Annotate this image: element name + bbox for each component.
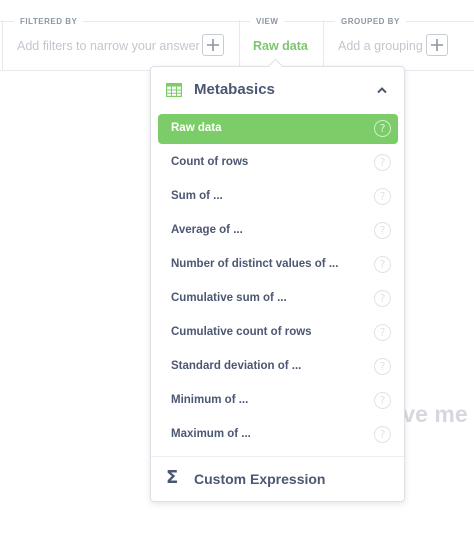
custom-expression-label: Custom Expression xyxy=(194,471,326,487)
help-icon[interactable]: ? xyxy=(374,120,391,137)
chevron-up-icon[interactable] xyxy=(376,85,388,95)
view-section: VIEW xyxy=(240,0,324,70)
help-icon[interactable]: ? xyxy=(374,358,391,375)
filtered-by-section: FILTERED BY Add filters to narrow your a… xyxy=(0,0,240,70)
help-icon[interactable]: ? xyxy=(374,426,391,443)
add-filters-placeholder[interactable]: Add filters to narrow your answer xyxy=(17,39,200,53)
view-selector[interactable]: Raw data xyxy=(253,39,308,53)
aggregation-option[interactable]: Maximum of ...? xyxy=(158,420,398,450)
help-icon[interactable]: ? xyxy=(374,256,391,273)
add-grouping-placeholder[interactable]: Add a grouping xyxy=(338,39,423,53)
aggregation-option[interactable]: Sum of ...? xyxy=(158,182,398,212)
query-bar: FILTERED BY Add filters to narrow your a… xyxy=(0,0,474,71)
popover-title: Metabasics xyxy=(194,81,275,98)
vertical-divider xyxy=(2,20,3,70)
plus-icon xyxy=(431,39,443,51)
aggregation-option[interactable]: Average of ...? xyxy=(158,216,398,246)
grouped-by-label: GROUPED BY xyxy=(335,17,406,26)
aggregation-option-label: Standard deviation of ... xyxy=(171,360,302,372)
aggregation-option[interactable]: Minimum of ...? xyxy=(158,386,398,416)
sigma-icon: Σ xyxy=(166,467,179,488)
aggregation-option-label: Maximum of ... xyxy=(171,428,251,440)
aggregation-option-label: Raw data xyxy=(171,122,222,134)
view-label: VIEW xyxy=(250,17,285,26)
popover-header[interactable]: Metabasics xyxy=(151,67,404,113)
add-filter-button[interactable] xyxy=(202,34,224,56)
filtered-by-label: FILTERED BY xyxy=(14,17,84,26)
background-empty-state-text: ive me xyxy=(396,401,468,427)
aggregation-option-label: Average of ... xyxy=(171,224,243,236)
help-icon[interactable]: ? xyxy=(374,222,391,239)
help-icon[interactable]: ? xyxy=(374,154,391,171)
aggregation-option-label: Count of rows xyxy=(171,156,249,168)
help-icon[interactable]: ? xyxy=(374,324,391,341)
add-grouping-button[interactable] xyxy=(426,34,448,56)
aggregation-option[interactable]: Cumulative sum of ...? xyxy=(158,284,398,314)
aggregation-option[interactable]: Number of distinct values of ...? xyxy=(158,250,398,280)
table-icon xyxy=(166,83,182,97)
aggregation-option[interactable]: Raw data? xyxy=(158,114,398,144)
plus-icon xyxy=(207,39,219,51)
aggregation-option-label: Number of distinct values of ... xyxy=(171,258,339,270)
help-icon[interactable]: ? xyxy=(374,290,391,307)
aggregation-option[interactable]: Standard deviation of ...? xyxy=(158,352,398,382)
custom-expression-button[interactable]: Σ Custom Expression xyxy=(151,457,404,501)
aggregation-option[interactable]: Cumulative count of rows? xyxy=(158,318,398,348)
aggregation-popover: Metabasics Raw data? Count of rows? Sum of… xyxy=(150,58,405,502)
aggregation-option[interactable]: Count of rows? xyxy=(158,148,398,178)
aggregation-option-label: Minimum of ... xyxy=(171,394,249,406)
grouped-by-section: GROUPED BY Add a grouping xyxy=(324,0,474,70)
aggregation-option-label: Cumulative count of rows xyxy=(171,326,312,338)
help-icon[interactable]: ? xyxy=(374,392,391,409)
help-icon[interactable]: ? xyxy=(374,188,391,205)
aggregation-option-label: Cumulative sum of ... xyxy=(171,292,287,304)
aggregation-option-label: Sum of ... xyxy=(171,190,223,202)
